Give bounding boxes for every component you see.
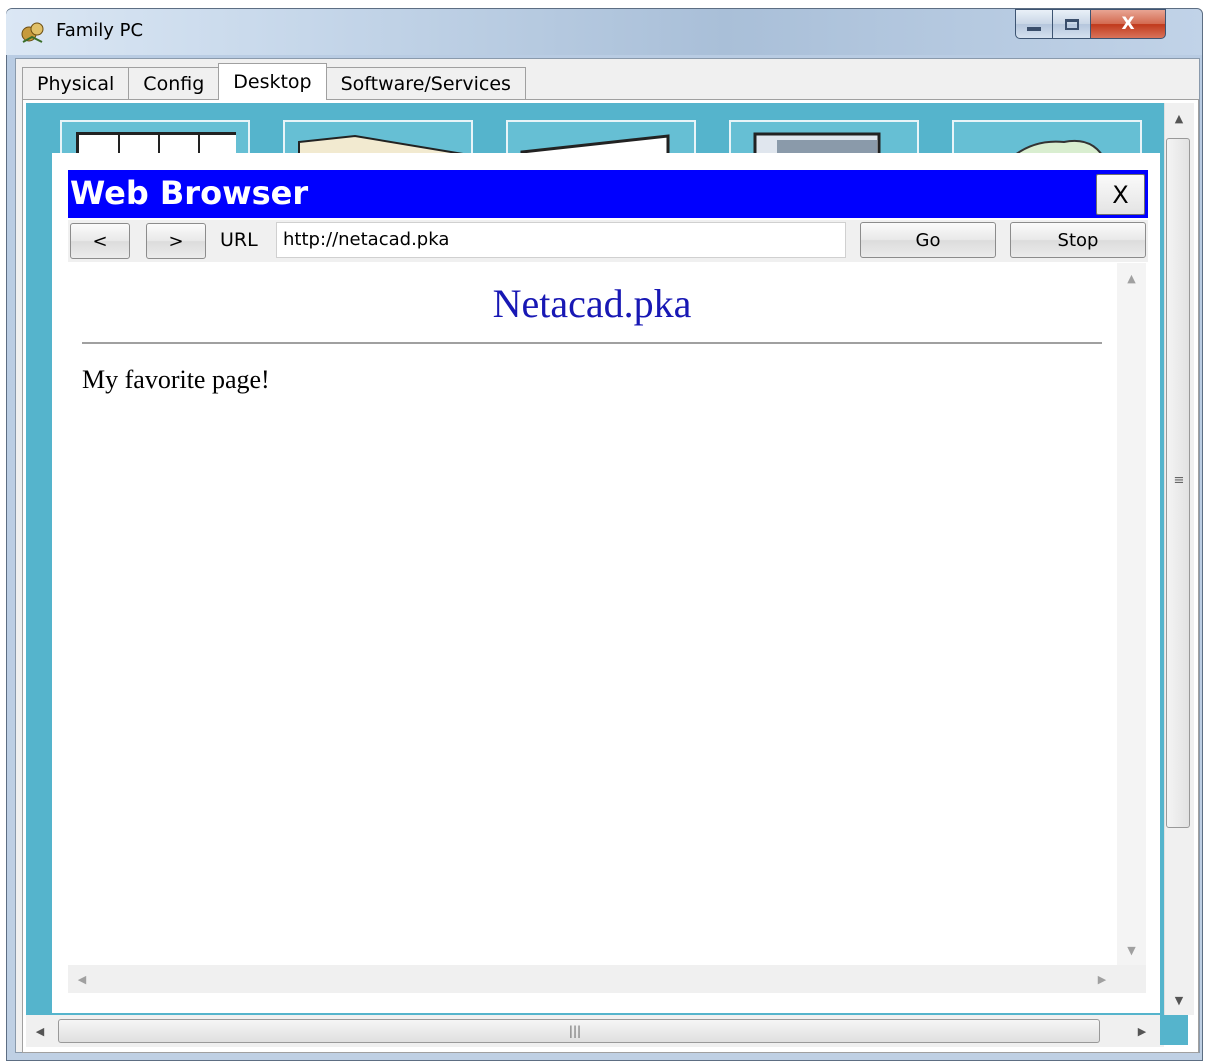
scroll-down-arrow-icon[interactable]: ▼ [1118, 940, 1145, 960]
app-icon [20, 20, 46, 46]
scroll-up-arrow-icon[interactable]: ▲ [1118, 268, 1145, 288]
outer-scroll-down-icon[interactable]: ▼ [1166, 990, 1192, 1010]
scroll-left-arrow-icon[interactable]: ◀ [72, 969, 92, 989]
stop-button[interactable]: Stop [1010, 222, 1146, 258]
h-grip-icon: ||| [568, 1024, 582, 1038]
window-controls: X [1015, 9, 1166, 39]
outer-scroll-up-icon[interactable]: ▲ [1166, 108, 1192, 128]
browser-title: Web Browser [70, 174, 309, 212]
browser-close-button[interactable]: X [1096, 174, 1145, 215]
go-button[interactable]: Go [860, 222, 996, 258]
window-title: Family PC [56, 20, 144, 41]
maximize-icon [1064, 18, 1079, 30]
page-divider [82, 342, 1102, 344]
close-icon: X [1121, 14, 1135, 34]
scroll-corner [1160, 1015, 1188, 1045]
page-vertical-scrollbar[interactable] [1117, 263, 1146, 965]
page-horizontal-scrollbar[interactable] [68, 965, 1146, 993]
tab-software-services[interactable]: Software/Services [325, 67, 526, 100]
forward-button[interactable]: > [146, 223, 206, 259]
url-input[interactable]: http://netacad.pka [276, 222, 846, 258]
tab-desktop[interactable]: Desktop [218, 63, 327, 100]
page-body-text: My favorite page! [82, 365, 270, 394]
maximize-button[interactable] [1053, 9, 1091, 39]
url-label: URL [220, 229, 258, 251]
tab-physical[interactable]: Physical [22, 67, 130, 100]
close-button[interactable]: X [1091, 9, 1166, 39]
minimize-button[interactable] [1015, 9, 1053, 39]
scroll-right-arrow-icon[interactable]: ▶ [1092, 969, 1112, 989]
tab-config[interactable]: Config [128, 67, 220, 100]
back-button[interactable]: < [70, 223, 130, 259]
grip-icon: ≡ [1173, 472, 1185, 488]
minimize-icon [1027, 27, 1041, 31]
outer-scroll-left-icon[interactable]: ◀ [30, 1021, 50, 1041]
outer-scroll-right-icon[interactable]: ▶ [1132, 1021, 1152, 1041]
page-heading: Netacad.pka [492, 281, 692, 326]
tab-bar: Physical Config Desktop Software/Service… [22, 63, 526, 100]
